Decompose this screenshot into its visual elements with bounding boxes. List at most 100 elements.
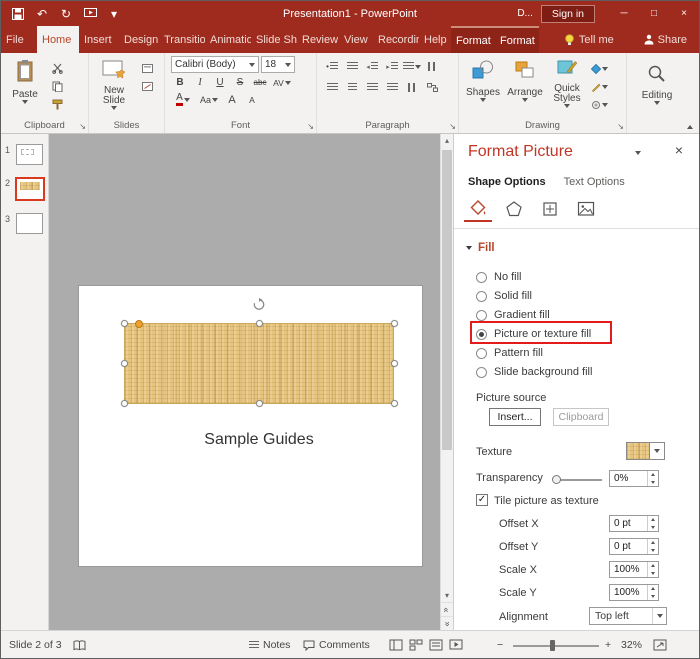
- tab-shape-options[interactable]: Shape Options: [468, 176, 546, 188]
- resize-handle-nw[interactable]: [121, 320, 128, 327]
- offset-y-up-icon[interactable]: [648, 539, 658, 547]
- thumbnail-slide-2[interactable]: 2: [5, 177, 45, 201]
- zoom-slider-handle[interactable]: [550, 640, 555, 651]
- slide-caption-text[interactable]: Sample Guides: [124, 431, 394, 449]
- drawing-dialog-launcher[interactable]: ↘: [617, 123, 624, 131]
- texture-preview[interactable]: [626, 442, 650, 460]
- increase-font-button[interactable]: A: [223, 92, 241, 107]
- start-slideshow-icon[interactable]: [83, 7, 97, 21]
- clipboard-source-button[interactable]: Clipboard: [553, 408, 609, 426]
- thumbnail-slide-1[interactable]: 1: [5, 144, 45, 165]
- slideshow-view-button[interactable]: [449, 631, 463, 658]
- insert-picture-button[interactable]: Insert...: [489, 408, 541, 426]
- tab-file[interactable]: File: [1, 26, 37, 53]
- tab-review[interactable]: Review: [297, 26, 339, 53]
- maximize-button[interactable]: □: [639, 1, 669, 26]
- offset-x-up-icon[interactable]: [648, 516, 658, 524]
- zoom-out-button[interactable]: −: [497, 631, 503, 658]
- thumbnail-slide-3[interactable]: 3: [5, 213, 45, 234]
- align-left-button[interactable]: [323, 80, 341, 95]
- font-color-button[interactable]: A: [171, 92, 195, 107]
- fill-option-pattern-fill[interactable]: Pattern fill: [476, 344, 543, 362]
- text-shadow-button[interactable]: abc: [251, 75, 269, 90]
- minimize-button[interactable]: ─: [609, 1, 639, 26]
- rotate-handle[interactable]: [253, 298, 266, 316]
- zoom-level-button[interactable]: 32%: [621, 631, 642, 658]
- slide-layout-button[interactable]: [138, 61, 156, 76]
- paste-button[interactable]: Paste: [4, 56, 46, 119]
- format-painter-button[interactable]: [48, 97, 66, 112]
- scroll-up-button[interactable]: ▴: [441, 134, 453, 147]
- resize-handle-s[interactable]: [256, 400, 263, 407]
- editing-button[interactable]: Editing: [634, 56, 680, 133]
- offset-x-down-icon[interactable]: [648, 524, 658, 532]
- resize-handle-se[interactable]: [391, 400, 398, 407]
- previous-slide-button[interactable]: «: [441, 602, 453, 616]
- transparency-up-icon[interactable]: [648, 471, 658, 479]
- transparency-slider-handle[interactable]: [552, 475, 561, 484]
- underline-button[interactable]: U: [211, 75, 229, 90]
- paragraph-dialog-launcher[interactable]: ↘: [449, 123, 456, 131]
- tab-animations[interactable]: Animations: [205, 26, 251, 53]
- adjust-handle[interactable]: [135, 320, 143, 328]
- indent-decrease-button[interactable]: ◂: [363, 59, 381, 74]
- offset-y-down-icon[interactable]: [648, 547, 658, 555]
- bullets-button[interactable]: •: [323, 59, 341, 74]
- numbering-button[interactable]: [343, 59, 361, 74]
- arrange-button[interactable]: Arrange: [504, 56, 546, 119]
- fit-slide-button[interactable]: [653, 631, 667, 658]
- effects-icon[interactable]: [500, 196, 528, 222]
- font-name-combo[interactable]: Calibri (Body): [171, 56, 259, 73]
- shapes-button[interactable]: Shapes: [462, 56, 504, 119]
- scrollbar-track[interactable]: [441, 147, 453, 589]
- tab-design[interactable]: Design: [119, 26, 159, 53]
- copy-button[interactable]: [48, 79, 66, 94]
- size-properties-icon[interactable]: [536, 196, 564, 222]
- tab-slideshow[interactable]: Slide Show: [251, 26, 297, 53]
- font-dialog-launcher[interactable]: ↘: [307, 123, 314, 131]
- fill-option-slide-background-fill[interactable]: Slide background fill: [476, 363, 592, 381]
- fill-option-picture-or-texture-fill[interactable]: Picture or texture fill: [476, 325, 591, 343]
- resize-handle-e[interactable]: [391, 360, 398, 367]
- slide-sorter-view-button[interactable]: [409, 631, 423, 658]
- slide-editing-surface[interactable]: Sample Guides: [79, 286, 422, 566]
- tab-format-drawing[interactable]: Format: [451, 26, 495, 53]
- tab-format-picture[interactable]: Format: [495, 26, 539, 53]
- columns-button[interactable]: [403, 80, 421, 95]
- strikethrough-button[interactable]: S: [231, 75, 249, 90]
- character-spacing-button[interactable]: AV: [271, 75, 293, 90]
- bold-button[interactable]: B: [171, 75, 189, 90]
- clipboard-dialog-launcher[interactable]: ↘: [79, 123, 86, 131]
- scale-y-up-icon[interactable]: [648, 585, 658, 593]
- tell-me-box[interactable]: Tell me: [559, 26, 619, 53]
- offset-x-spinner[interactable]: 0 pt: [609, 515, 659, 532]
- italic-button[interactable]: I: [191, 75, 209, 90]
- align-right-button[interactable]: [363, 80, 381, 95]
- fill-line-icon[interactable]: [464, 196, 492, 222]
- tab-recording[interactable]: Recording: [373, 26, 419, 53]
- quick-styles-button[interactable]: Quick Styles: [546, 56, 588, 119]
- text-direction-button[interactable]: [423, 59, 441, 74]
- collapse-ribbon-button[interactable]: [687, 125, 693, 129]
- fill-option-solid-fill[interactable]: Solid fill: [476, 287, 532, 305]
- tab-help[interactable]: Help: [419, 26, 451, 53]
- resize-handle-sw[interactable]: [121, 400, 128, 407]
- scrollbar-thumb[interactable]: [442, 150, 452, 450]
- tile-picture-checkbox[interactable]: ✓: [476, 494, 488, 506]
- texture-dropdown-button[interactable]: [650, 442, 665, 460]
- pane-collapse-icon[interactable]: [635, 151, 641, 155]
- fill-section-header[interactable]: Fill: [466, 242, 495, 254]
- shape-outline-button[interactable]: [590, 79, 608, 94]
- resize-handle-n[interactable]: [256, 320, 263, 327]
- zoom-slider-track[interactable]: [513, 645, 599, 647]
- resize-handle-w[interactable]: [121, 360, 128, 367]
- line-spacing-button[interactable]: [403, 59, 421, 74]
- zoom-in-button[interactable]: +: [605, 631, 611, 658]
- notes-toggle[interactable]: Notes: [249, 631, 290, 658]
- normal-view-button[interactable]: [389, 631, 403, 658]
- font-size-combo[interactable]: 18: [261, 56, 295, 73]
- shape-fill-button[interactable]: [590, 61, 608, 76]
- tab-insert[interactable]: Insert: [79, 26, 119, 53]
- redo-icon[interactable]: ↻: [59, 7, 73, 21]
- justify-button[interactable]: [383, 80, 401, 95]
